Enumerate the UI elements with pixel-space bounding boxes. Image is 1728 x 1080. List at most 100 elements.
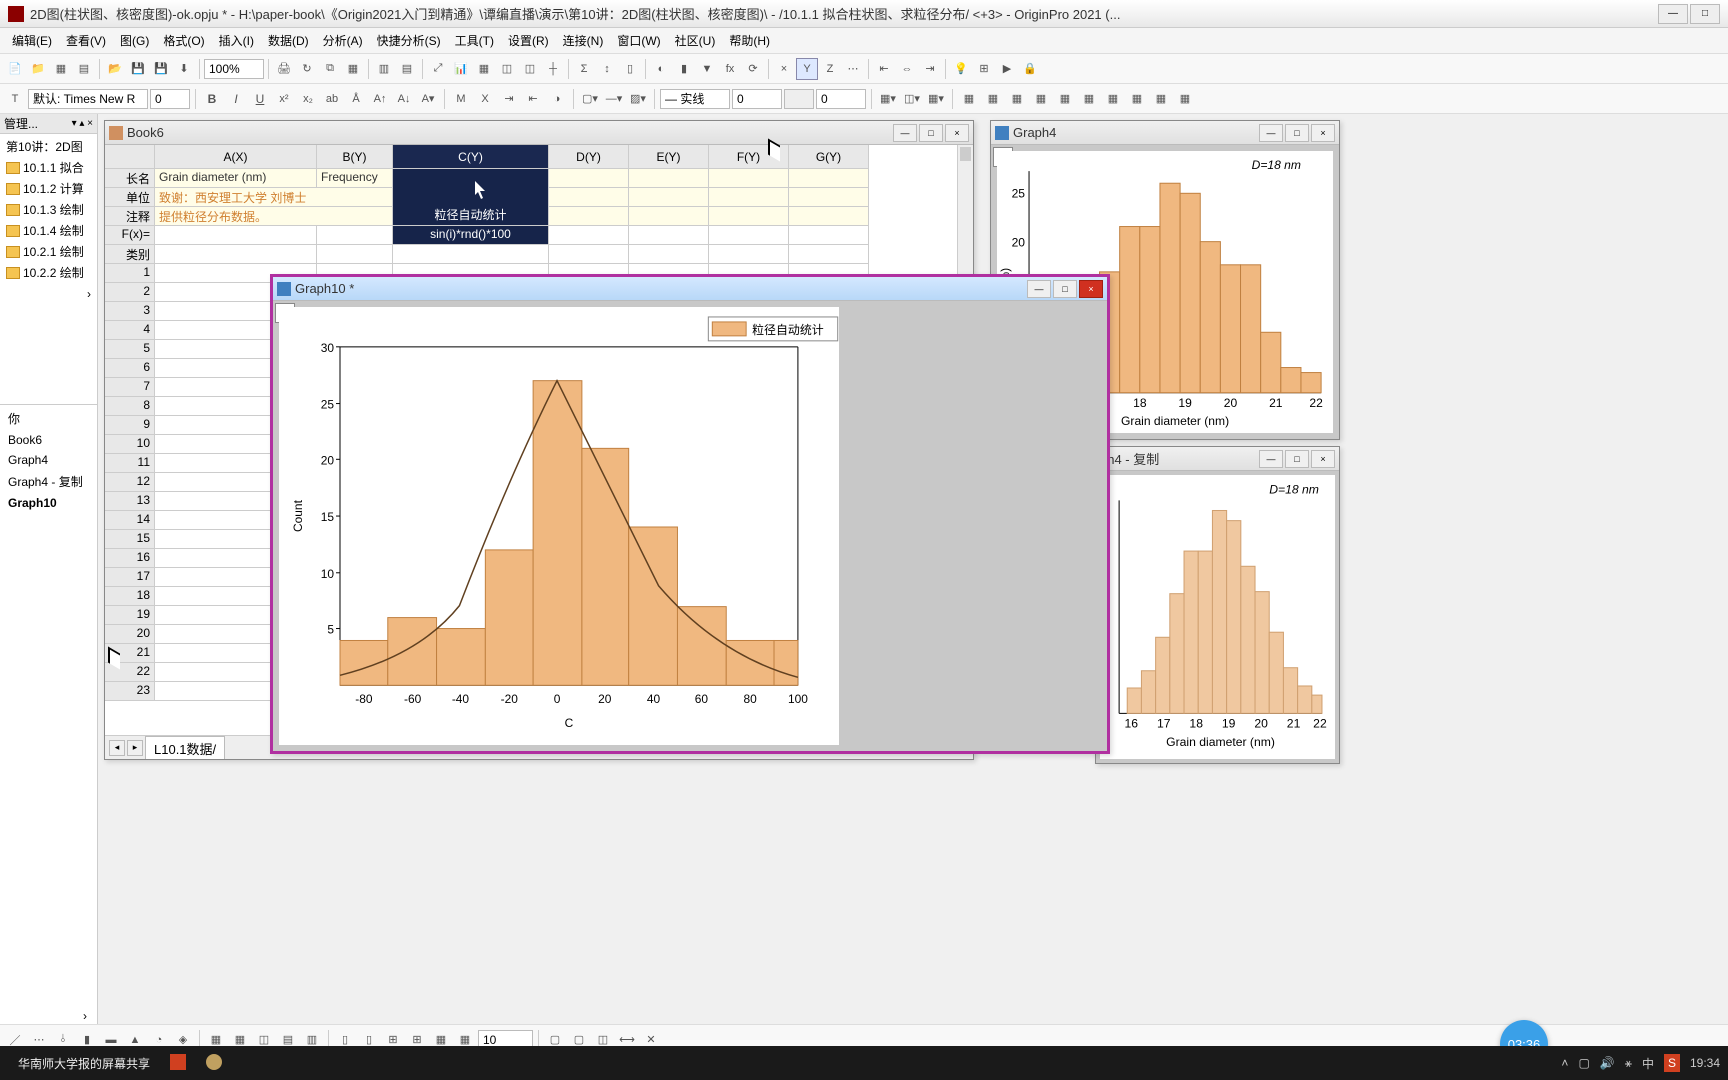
col-header-b[interactable]: B(Y) <box>317 145 393 169</box>
y-icon[interactable]: Y <box>796 58 818 80</box>
font-color-icon[interactable]: A▾ <box>417 88 439 110</box>
font-size-combo[interactable] <box>150 89 190 109</box>
tab-nav-next[interactable]: ▸ <box>127 740 143 756</box>
rowlabel-fx[interactable]: F(x)= <box>105 226 155 245</box>
window-list-item[interactable]: Graph4 - 复制 <box>2 470 95 493</box>
tree-root[interactable]: 第10讲：2D图 <box>2 136 95 157</box>
tree-scroll-right[interactable]: › <box>87 287 91 301</box>
decrease-font-icon[interactable]: A↓ <box>393 88 415 110</box>
longname-b[interactable]: Frequency <box>317 169 393 188</box>
row-header[interactable]: 1 <box>105 264 155 283</box>
winlist-scroll-right[interactable]: › <box>83 1009 87 1023</box>
theme3-icon[interactable]: ▦ <box>1006 88 1028 110</box>
row-header[interactable]: 2 <box>105 283 155 302</box>
graph4-close[interactable]: × <box>1311 124 1335 142</box>
sort-icon[interactable]: ↕ <box>596 58 618 80</box>
menu-edit[interactable]: 编辑(E) <box>6 30 58 51</box>
increase-font-icon[interactable]: A↑ <box>369 88 391 110</box>
new-project-icon[interactable]: 📄 <box>4 58 26 80</box>
row-header[interactable]: 18 <box>105 587 155 606</box>
book-minimize[interactable]: — <box>893 124 917 142</box>
row-header[interactable]: 11 <box>105 454 155 473</box>
rowlabel-longname[interactable]: 长名 <box>105 169 155 188</box>
graph4c-close[interactable]: × <box>1311 450 1335 468</box>
script-icon[interactable]: ▶ <box>996 58 1018 80</box>
addlayer-icon[interactable]: ▦ <box>473 58 495 80</box>
graph10-maximize[interactable]: □ <box>1053 280 1077 298</box>
window-maximize[interactable]: □ <box>1690 4 1720 24</box>
lineswatch[interactable] <box>784 89 814 109</box>
bar-icon[interactable]: ▮ <box>673 58 695 80</box>
superscript-icon[interactable]: x² <box>273 88 295 110</box>
menu-gadgets[interactable]: 快捷分析(S) <box>371 30 447 51</box>
graph4c-plot[interactable]: D=18 nm <box>1100 475 1335 759</box>
theme8-icon[interactable]: ▦ <box>1126 88 1148 110</box>
window-list-item[interactable]: Graph4 <box>2 450 95 470</box>
align-center-icon[interactable]: ⇔ <box>896 58 918 80</box>
align-left-icon[interactable]: ⇤ <box>873 58 895 80</box>
addaxis-icon[interactable]: ┼ <box>542 58 564 80</box>
new-excel-icon[interactable]: ▤ <box>73 58 95 80</box>
col-icon[interactable]: ▯ <box>619 58 641 80</box>
linestyle-combo[interactable] <box>660 89 730 109</box>
notes-icon[interactable]: ▤ <box>396 58 418 80</box>
theme4-icon[interactable]: ▦ <box>1030 88 1052 110</box>
grid-icon[interactable]: ▦▾ <box>877 88 899 110</box>
taskbar-app-wps[interactable] <box>160 1050 196 1077</box>
layout-icon[interactable]: ▥ <box>373 58 395 80</box>
menu-tools[interactable]: 工具(T) <box>449 30 500 51</box>
rowlabel-category[interactable]: 类别 <box>105 245 155 264</box>
row-header[interactable]: 19 <box>105 606 155 625</box>
linewidth1-combo[interactable] <box>732 89 782 109</box>
print-icon[interactable]: 🖨 <box>273 58 295 80</box>
addplot-icon[interactable]: 📊 <box>450 58 472 80</box>
rowlabel-comments[interactable]: 注释 <box>105 207 155 226</box>
menu-connectivity[interactable]: 连接(N) <box>557 30 610 51</box>
menu-social[interactable]: 社区(U) <box>669 30 722 51</box>
tray-time[interactable]: 19:34 <box>1690 1056 1720 1070</box>
tree-item[interactable]: 10.1.4 绘制 <box>2 220 95 241</box>
save-icon[interactable]: 💾 <box>127 58 149 80</box>
saveas-icon[interactable]: 💾 <box>150 58 172 80</box>
refresh-icon[interactable]: ↻ <box>296 58 318 80</box>
menu-window[interactable]: 窗口(W) <box>611 30 666 51</box>
extract-icon[interactable]: ◫ <box>496 58 518 80</box>
col-header-e[interactable]: E(Y) <box>629 145 709 169</box>
merge-icon[interactable]: ◫ <box>519 58 541 80</box>
greek-icon[interactable]: Å <box>345 88 367 110</box>
col-header-a[interactable]: A(X) <box>155 145 317 169</box>
symbol-m-icon[interactable]: M <box>450 88 472 110</box>
worksheet-grid[interactable]: A(X) B(Y) C(Y) D(Y) E(Y) F(Y) G(Y) 长名 Gr… <box>105 145 973 264</box>
subscript-icon[interactable]: x₂ <box>297 88 319 110</box>
menu-analysis[interactable]: 分析(A) <box>317 30 369 51</box>
menu-graph[interactable]: 图(G) <box>114 30 155 51</box>
sheet-tab-active[interactable]: L10.1数据/ <box>145 736 225 760</box>
graph4-minimize[interactable]: — <box>1259 124 1283 142</box>
row-header[interactable]: 3 <box>105 302 155 321</box>
underline-icon[interactable]: U <box>249 88 271 110</box>
menu-view[interactable]: 查看(V) <box>60 30 112 51</box>
window-minimize[interactable]: — <box>1658 4 1688 24</box>
table-icon[interactable]: ◫▾ <box>901 88 923 110</box>
lock-icon[interactable]: 🔒 <box>1019 58 1041 80</box>
theme2-icon[interactable]: ▦ <box>982 88 1004 110</box>
theme10-icon[interactable]: ▦ <box>1174 88 1196 110</box>
menu-format[interactable]: 格式(O) <box>157 30 210 51</box>
tree-item[interactable]: 10.1.1 拟合 <box>2 157 95 178</box>
theme5-icon[interactable]: ▦ <box>1054 88 1076 110</box>
font-name-combo[interactable] <box>28 89 148 109</box>
tray-ime[interactable]: 中 <box>1642 1055 1654 1072</box>
strikeout-icon[interactable]: ab <box>321 88 343 110</box>
col-header-g[interactable]: G(Y) <box>789 145 869 169</box>
import-icon[interactable]: ⬇ <box>173 58 195 80</box>
tray-volume-icon[interactable]: 🔊 <box>1600 1056 1615 1070</box>
col-header-d[interactable]: D(Y) <box>549 145 629 169</box>
open-icon[interactable]: 📂 <box>104 58 126 80</box>
tree-item[interactable]: 10.2.1 绘制 <box>2 241 95 262</box>
corner-cell[interactable] <box>105 145 155 169</box>
row-header[interactable]: 21 <box>105 644 155 663</box>
theme1-icon[interactable]: ▦ <box>958 88 980 110</box>
longname-a[interactable]: Grain diameter (nm) <box>155 169 317 188</box>
symbol-x-icon[interactable]: X <box>474 88 496 110</box>
tray-up-icon[interactable]: ˄ <box>1561 1056 1568 1070</box>
